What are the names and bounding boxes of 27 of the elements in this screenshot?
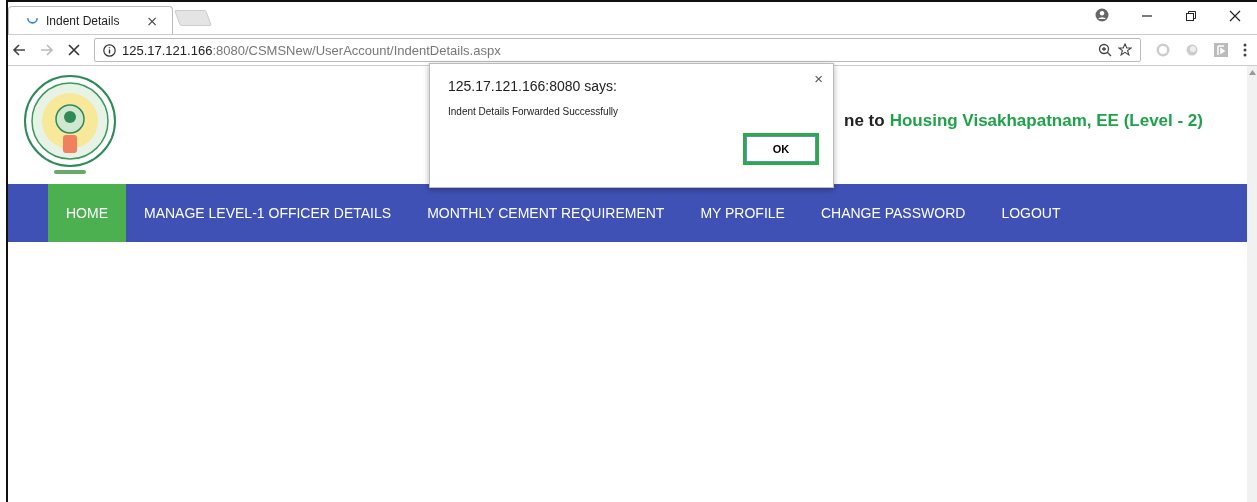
nav-item[interactable]: MANAGE LEVEL-1 OFFICER DETAILS [126,184,410,242]
nav-item[interactable]: LOGOUT [983,184,1079,242]
url-path: :8080/CSMSNew/UserAccount/IndentDetails.aspx [212,42,501,58]
tab-title: Indent Details [46,13,121,28]
profile-icon[interactable] [1095,8,1109,22]
back-icon[interactable] [12,43,26,57]
nav-item[interactable]: MONTHLY CEMENT REQUIREMENT [409,184,683,242]
zoom-icon[interactable] [1098,43,1112,57]
url-host: 125.17.121.166 [122,42,213,58]
loading-icon [27,17,38,24]
nav-item[interactable]: CHANGE PASSWORD [802,184,984,242]
dialog-message: Indent Details Forwarded Successfully [448,106,620,117]
nav-item[interactable]: MY PROFILE [682,184,803,242]
tab-close-button[interactable]: × [146,12,158,29]
address-bar[interactable]: 125.17.121.166:8080/CSMSNew/UserAccount/IndentDetails.aspx [94,38,1141,62]
dialog-title: 125.17.121.166:8080 says: [448,78,618,94]
menu-icon[interactable] [1243,43,1247,57]
info-icon [103,43,116,57]
star-icon[interactable] [1118,43,1132,57]
ok-button[interactable]: OK [743,133,819,165]
browser-tab[interactable]: Indent Details × [8,6,173,34]
welcome-text: ne to [844,111,885,130]
stop-icon[interactable] [68,44,80,56]
user-name: Housing Visakhapatnam, EE (Level - 2) [889,111,1203,130]
close-button[interactable]: × [810,68,827,89]
restore-icon[interactable] [1185,10,1197,22]
close-icon[interactable] [1229,10,1241,22]
